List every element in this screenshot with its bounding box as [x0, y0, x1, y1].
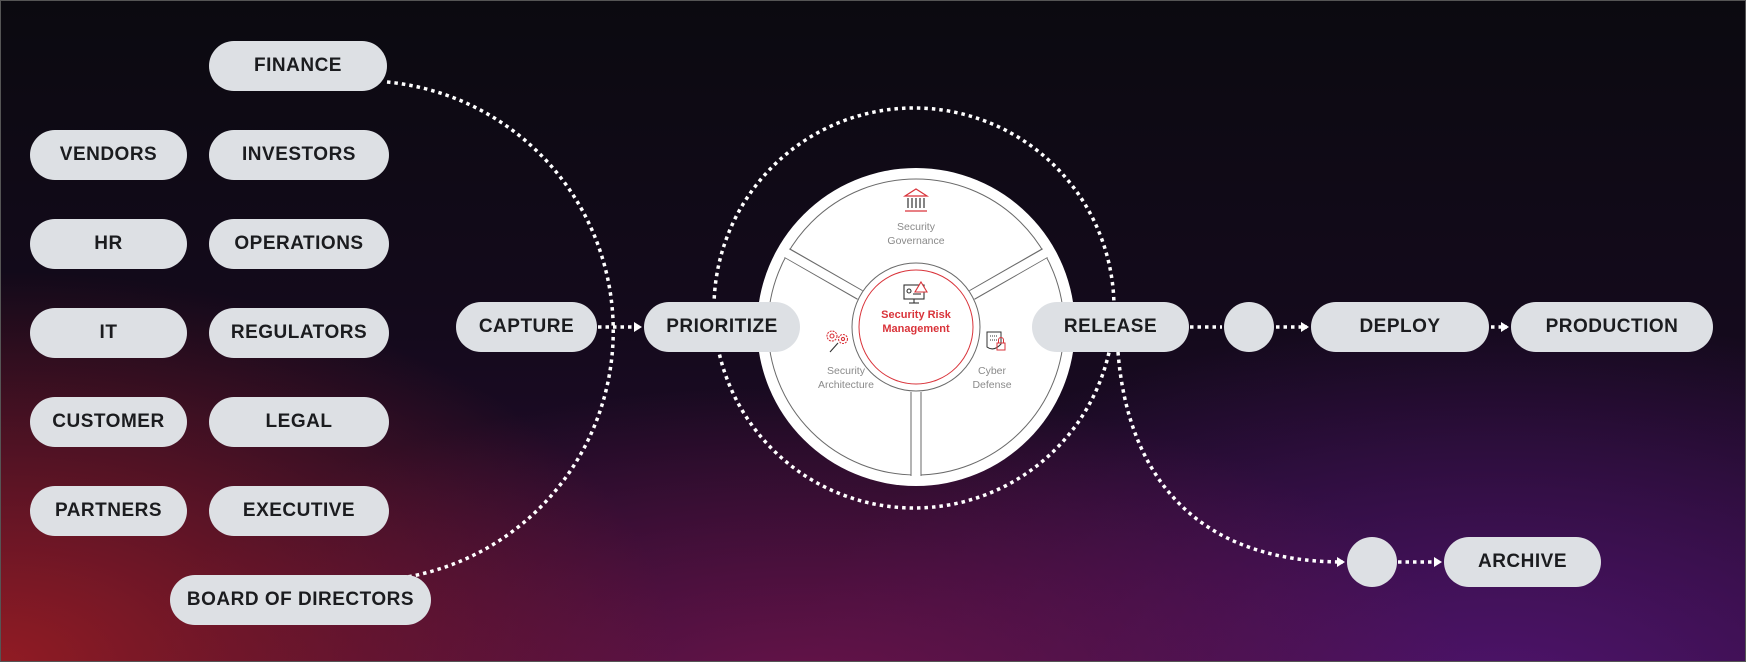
stakeholder-operations: OPERATIONS [209, 219, 389, 269]
capture-step: CAPTURE [456, 302, 597, 352]
security-risk-management-label: Security Risk Management [881, 308, 951, 336]
governance-line2: Governance [887, 235, 945, 247]
stakeholder-legal: LEGAL [209, 397, 389, 447]
release-step: RELEASE [1032, 302, 1189, 352]
prioritize-step: PRIORITIZE [644, 302, 800, 352]
center-line1: Security Risk [881, 309, 951, 321]
deploy-step: DEPLOY [1311, 302, 1489, 352]
stakeholder-partners: PARTNERS [30, 486, 187, 536]
stakeholder-it: IT [30, 308, 187, 358]
governance-line1: Security [897, 221, 935, 233]
release-to-archive-node-curve [1116, 351, 1345, 567]
defense-line2: Defense [972, 379, 1012, 391]
stakeholder-investors: INVESTORS [209, 130, 389, 180]
architecture-line1: Security [827, 365, 865, 377]
archive-step: ARCHIVE [1444, 537, 1601, 587]
stakeholder-finance: FINANCE [209, 41, 387, 91]
cyber-defense-label: Cyber Defense [972, 364, 1011, 392]
stakeholder-regulators: REGULATORS [209, 308, 389, 358]
security-architecture-label: Security Architecture [818, 364, 874, 392]
stakeholder-hr: HR [30, 219, 187, 269]
stakeholder-customer: CUSTOMER [30, 397, 187, 447]
defense-line1: Cyber [977, 365, 1007, 377]
center-line2: Management [882, 323, 950, 335]
stakeholder-executive: EXECUTIVE [209, 486, 389, 536]
stakeholder-vendors: VENDORS [30, 130, 187, 180]
archive-branch-node [1347, 537, 1397, 587]
architecture-line2: Architecture [817, 379, 875, 391]
release-branch-node [1224, 302, 1274, 352]
stakeholder-board-of-directors: BOARD OF DIRECTORS [170, 575, 431, 625]
security-governance-label: Security Governance [887, 220, 944, 248]
production-step: PRODUCTION [1511, 302, 1713, 352]
